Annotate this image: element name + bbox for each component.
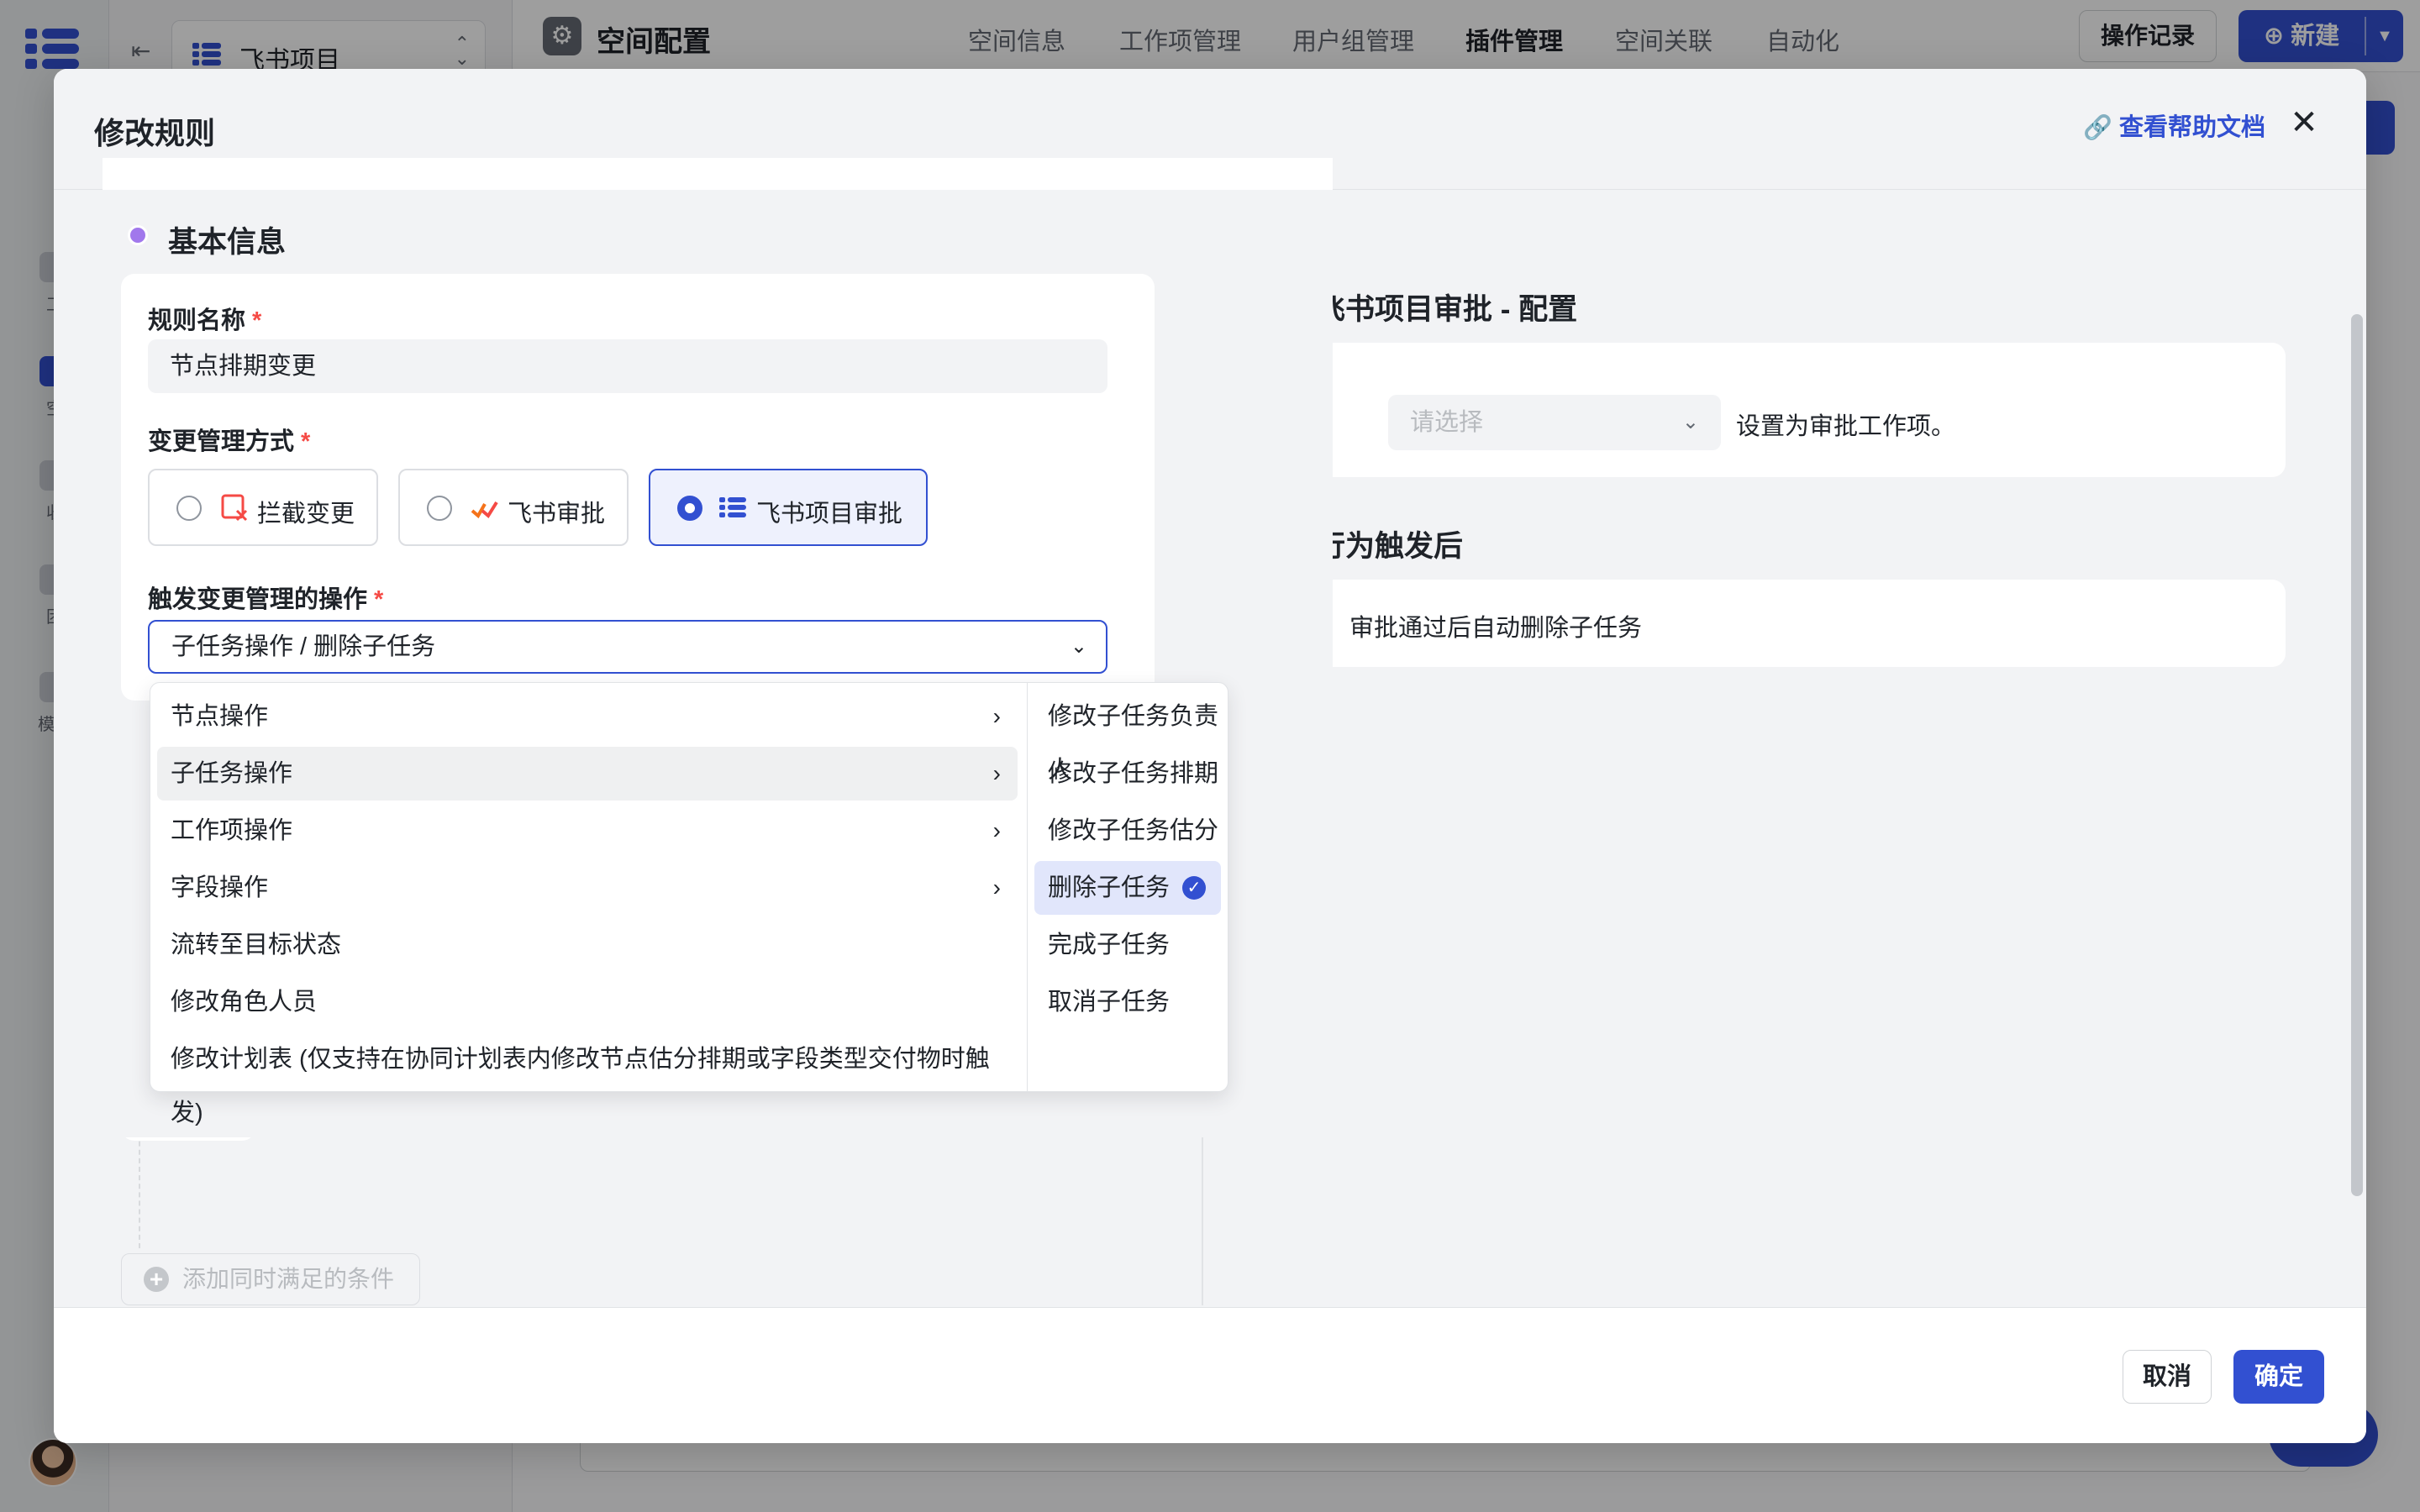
rule-name-input[interactable]: 节点排期变更 (148, 339, 1107, 393)
cascader-sub-cancel-subtask[interactable]: 取消子任务 (1034, 975, 1221, 1029)
cascader-sub-change-estimate[interactable]: 修改子任务估分 (1034, 804, 1221, 858)
cascader-sub-change-owner[interactable]: 修改子任务负责人 (1034, 690, 1221, 784)
cascader-sub-delete-subtask[interactable]: 删除子任务 ✓ (1034, 861, 1221, 915)
add-condition-button[interactable]: + 添加同时满足的条件 (121, 1253, 420, 1305)
rule-name-label: 规则名称 * (148, 307, 262, 334)
approval-item-select[interactable]: 请选择 ⌄ (1388, 395, 1721, 450)
section-dot (128, 225, 148, 245)
modal-footer: 取消 确定 (54, 1307, 2366, 1443)
cascader-item-schedule[interactable]: 修改计划表 (仅支持在协同计划表内修改节点估分排期或字段类型交付物时触发) (157, 1032, 1018, 1126)
chevron-right-icon: › (992, 760, 1001, 786)
radio-button[interactable] (427, 496, 452, 521)
radio-button[interactable] (677, 496, 702, 521)
cascader-item-transition[interactable]: 流转至目标状态 (157, 918, 1018, 972)
cascader-item-workitem-ops[interactable]: 工作项操作 › (157, 804, 1018, 858)
mode-feishu-approval-option[interactable]: 飞书审批 (398, 469, 629, 546)
plus-icon: + (144, 1267, 169, 1292)
panel-top-band (103, 158, 1333, 190)
chevron-down-icon: ⌄ (1681, 411, 1699, 433)
chevron-down-icon: ⌄ (1070, 635, 1087, 658)
intercept-icon (221, 494, 248, 522)
help-doc-link[interactable]: 🔗 查看帮助文档 (2083, 108, 2265, 143)
after-action-text: 审批通过后自动删除子任务 (1349, 615, 1643, 642)
chevron-right-icon: › (992, 703, 1001, 729)
scrollbar[interactable] (2351, 314, 2363, 1196)
change-mode-label: 变更管理方式 * (148, 428, 311, 455)
check-icon: ✓ (1182, 876, 1206, 900)
basic-info-title: 基本信息 (168, 226, 287, 259)
close-icon[interactable]: ✕ (2287, 106, 2321, 139)
chevron-right-icon: › (992, 817, 1001, 843)
mode-intercept-option[interactable]: 拦截变更 (148, 469, 378, 546)
feishu-approval-icon (471, 501, 498, 519)
project-approval-icon (719, 497, 746, 517)
cascader-sub-change-schedule[interactable]: 修改子任务排期 (1034, 747, 1221, 801)
approval-config-title: 飞书项目审批 - 配置 (1316, 293, 1578, 326)
cascader-level2: 修改子任务负责人 修改子任务排期 修改子任务估分 删除子任务 ✓ 完成子任务 取… (1028, 683, 1228, 1091)
approval-suffix: 设置为审批工作项。 (1736, 413, 1956, 440)
cascader-item-node-ops[interactable]: 节点操作 › (157, 690, 1018, 743)
trigger-cascader-dropdown: 节点操作 › 子任务操作 › 工作项操作 › 字段操作 › 流转至目标状态 修改… (150, 682, 1228, 1126)
cascader-item-field-ops[interactable]: 字段操作 › (157, 861, 1018, 915)
cascader-level1: 节点操作 › 子任务操作 › 工作项操作 › 字段操作 › 流转至目标状态 修改… (150, 683, 1028, 1126)
cascader-sub-complete-subtask[interactable]: 完成子任务 (1034, 918, 1221, 972)
trigger-operation-select[interactable]: 子任务操作 / 删除子任务 ⌄ (148, 620, 1107, 674)
cancel-button[interactable]: 取消 (2123, 1350, 2212, 1404)
basic-info-panel: 基本信息 规则名称 * 节点排期变更 变更管理方式 * 拦截变更 飞书审批 飞书项目… (103, 158, 1333, 1137)
cascader-item-subtask-ops[interactable]: 子任务操作 › (157, 747, 1018, 801)
link-icon: 🔗 (2083, 114, 2112, 140)
cascader-item-role-members[interactable]: 修改角色人员 (157, 975, 1018, 1029)
trigger-label: 触发变更管理的操作 * (148, 586, 384, 613)
after-action-title: 行为触发后 (1316, 530, 1464, 563)
modal-title: 修改规则 (94, 116, 216, 150)
mode-project-approval-option[interactable]: 飞书项目审批 (649, 469, 928, 546)
chevron-right-icon: › (992, 874, 1001, 900)
radio-button[interactable] (176, 496, 202, 521)
confirm-button[interactable]: 确定 (2233, 1350, 2324, 1404)
